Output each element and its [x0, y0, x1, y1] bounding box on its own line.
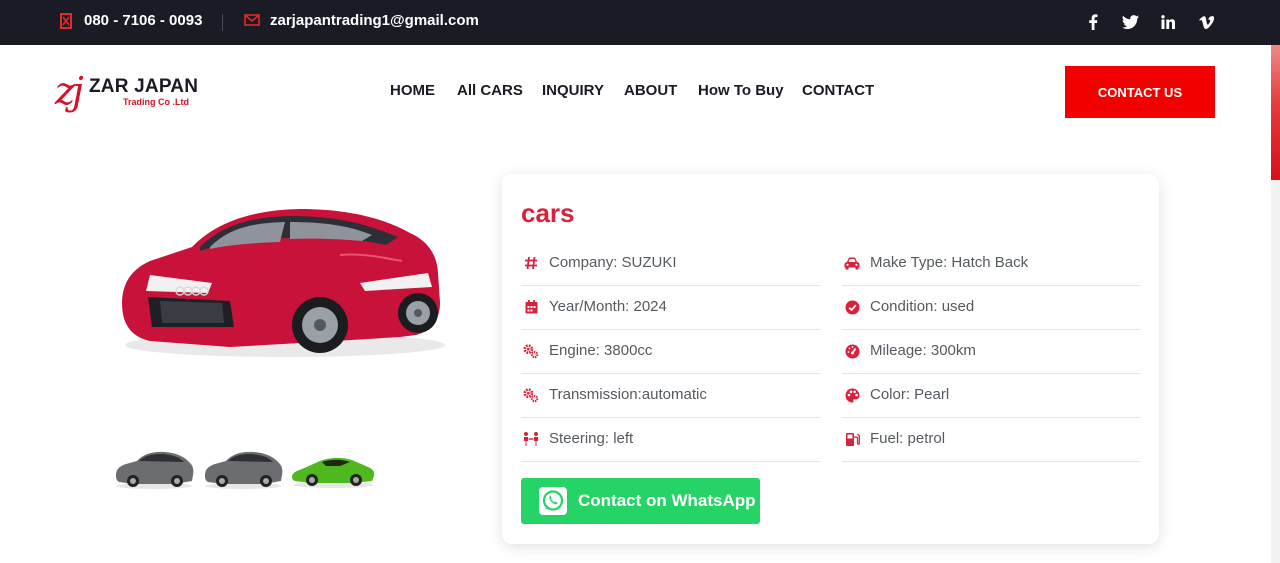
spec-fuel-text: Fuel: petrol: [870, 430, 946, 447]
nav-about[interactable]: ABOUT: [624, 82, 677, 99]
contact-us-button[interactable]: CONTACT US: [1065, 66, 1215, 118]
linkedin-icon[interactable]: [1158, 12, 1178, 32]
hash-icon: [523, 255, 539, 271]
car-thumbnail-1[interactable]: [113, 445, 195, 493]
spec-steering: Steering: left: [521, 418, 820, 462]
phone-number: 080 - 7106 - 0093: [84, 12, 203, 29]
spec-company-text: Company: SUZUKI: [549, 254, 677, 271]
scrollbar-track[interactable]: [1271, 180, 1280, 563]
steering-icon: [523, 431, 539, 447]
whatsapp-button[interactable]: Contact on WhatsApp: [521, 478, 760, 524]
spec-color: Color: Pearl: [842, 374, 1140, 418]
calendar-icon: [523, 299, 539, 315]
spec-condition-text: Condition: used: [870, 298, 975, 315]
car-thumbnail-2[interactable]: [202, 445, 284, 493]
palette-icon: [844, 387, 860, 403]
nav-how-to-buy[interactable]: How To Buy: [698, 82, 784, 99]
email-contact[interactable]: zarjapantrading1@gmail.com: [244, 12, 479, 29]
spec-mileage: Mileage: 300km: [842, 330, 1140, 374]
divider: [222, 14, 223, 31]
twitter-icon[interactable]: [1120, 12, 1140, 32]
cogs-icon: [523, 343, 539, 359]
spec-company: Company: SUZUKI: [521, 242, 820, 286]
car-details-card: cars Company: SUZUKI Year/Month: 2024 En…: [502, 174, 1159, 544]
car-thumbnail-3[interactable]: [290, 445, 375, 493]
site-header: zj ZAR JAPAN Trading Co .Ltd HOME All CA…: [0, 45, 1280, 140]
nav-home[interactable]: HOME: [390, 82, 435, 99]
logo-subtitle: Trading Co .Ltd: [123, 97, 189, 107]
whatsapp-icon: [539, 487, 567, 515]
logo-name: ZAR JAPAN: [89, 76, 199, 97]
check-circle-icon: [844, 299, 860, 315]
envelope-icon: [244, 13, 260, 29]
spec-transmission-text: Transmission:automatic: [549, 386, 707, 403]
main-car-image[interactable]: [110, 195, 450, 370]
spec-condition: Condition: used: [842, 286, 1140, 330]
spec-engine-text: Engine: 3800cc: [549, 342, 653, 359]
spec-fuel: Fuel: petrol: [842, 418, 1140, 462]
vimeo-icon[interactable]: [1196, 12, 1216, 32]
cogs-icon: [523, 387, 539, 403]
spec-year-text: Year/Month: 2024: [549, 298, 667, 315]
facebook-icon[interactable]: [1083, 12, 1103, 32]
email-address: zarjapantrading1@gmail.com: [270, 12, 479, 29]
nav-inquiry[interactable]: INQUIRY: [542, 82, 604, 99]
top-bar: 080 - 7106 - 0093 zarjapantrading1@gmail…: [0, 0, 1280, 45]
spec-steering-text: Steering: left: [549, 430, 634, 447]
spec-engine: Engine: 3800cc: [521, 330, 820, 374]
spec-make-type: Make Type: Hatch Back: [842, 242, 1140, 286]
spec-year: Year/Month: 2024: [521, 286, 820, 330]
scrollbar-thumb[interactable]: [1271, 45, 1280, 180]
fuel-icon: [844, 431, 860, 447]
spec-make-type-text: Make Type: Hatch Back: [870, 254, 1029, 271]
company-logo[interactable]: zj ZAR JAPAN Trading Co .Ltd: [55, 71, 200, 113]
car-title: cars: [521, 198, 575, 228]
car-icon: [844, 255, 860, 271]
spec-mileage-text: Mileage: 300km: [870, 342, 976, 359]
gauge-icon: [844, 343, 860, 359]
spec-color-text: Color: Pearl: [870, 386, 950, 403]
logo-mark: zj: [55, 69, 84, 113]
phone-contact[interactable]: 080 - 7106 - 0093: [60, 12, 202, 29]
nav-contact[interactable]: CONTACT: [802, 82, 874, 99]
nav-all-cars[interactable]: All CARS: [457, 82, 523, 99]
phone-icon: [60, 12, 74, 29]
whatsapp-label: Contact on WhatsApp: [578, 491, 756, 510]
spec-transmission: Transmission:automatic: [521, 374, 820, 418]
